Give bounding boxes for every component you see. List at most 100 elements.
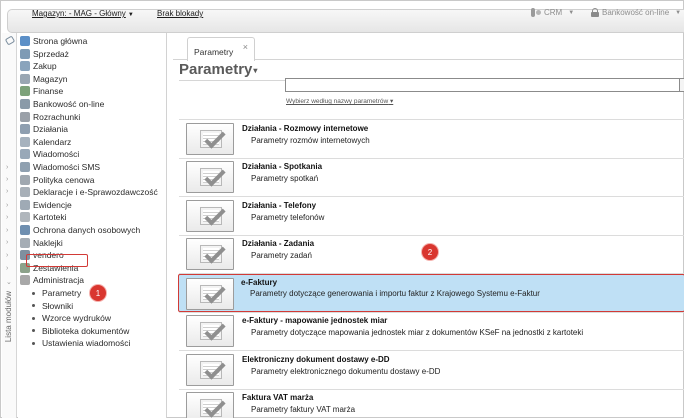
row-title: e-Faktury - mapowanie jednostek miar [242, 316, 388, 325]
row-description: Parametry faktury VAT marża [251, 405, 356, 414]
sidebar-item-warehouse[interactable]: Magazyn [20, 73, 68, 85]
parameter-row[interactable]: Działania - Rozmowy internetowe Parametry… [179, 120, 684, 158]
chevron-down-icon[interactable]: ⌄ [6, 278, 12, 286]
sidebar-item-label: Działania [33, 124, 68, 135]
administration-icon [20, 275, 30, 286]
purchase-icon [20, 61, 30, 72]
sidebar-item-finance[interactable]: Finanse [20, 85, 63, 97]
document-check-icon [186, 353, 234, 386]
sidebar-item-bank[interactable]: Bankowość on-line [20, 98, 104, 110]
filter-by-name-link[interactable]: Wybierz według nazwy parametrów ▾ [286, 97, 393, 105]
sidebar-subitem[interactable]: Biblioteka dokumentów [32, 325, 129, 337]
sidebar-subitem[interactable]: Wzorce wydruków [32, 312, 111, 324]
row-title: Działania - Telefony [242, 200, 317, 210]
chevron-right-icon[interactable]: › [6, 252, 8, 259]
sidebar-subitem[interactable]: Parametry [32, 287, 81, 299]
bullet-icon [32, 316, 35, 320]
crm-menu[interactable]: CRM ▼ [531, 8, 574, 17]
sidebar-item-data-protection[interactable]: Ochrona danych osobowych [20, 224, 140, 236]
document-check-icon [186, 199, 234, 232]
modules-strip: › › › › › › › › › ⌄ Lista modułów [2, 33, 17, 418]
sidebar-subitem-label: Słowniki [42, 300, 74, 311]
document-check-icon [186, 277, 234, 310]
parameter-row[interactable]: e-Faktury - mapowanie jednostek miar Para… [179, 312, 684, 350]
sidebar-item-files[interactable]: Kartoteki [20, 211, 67, 223]
row-description: Parametry telefonów [251, 212, 325, 222]
crm-icon [531, 8, 541, 17]
chevron-right-icon[interactable]: › [6, 164, 8, 171]
parameter-row[interactable]: Faktura VAT marża Parametry faktury VAT m… [179, 389, 684, 418]
sidebar-item-sales[interactable]: Sprzedaż [20, 48, 69, 60]
sidebar-item-label: Bankowość on-line [33, 99, 105, 109]
warehouse-label: Magazyn: - MAG - Główny [32, 9, 126, 18]
chevron-right-icon[interactable]: › [6, 227, 8, 234]
sidebar-item-messages[interactable]: Wiadomości [20, 148, 79, 160]
parameter-row[interactable]: e-Faktury Parametry dotyczące generowania… [178, 273, 684, 312]
declarations-icon [20, 187, 30, 198]
sidebar-item-home[interactable]: Strona główna [20, 35, 87, 47]
chevron-right-icon[interactable]: › [6, 188, 8, 195]
row-description: Parametry spotkań [251, 174, 319, 183]
pricing-icon [20, 174, 30, 185]
finance-icon [20, 86, 30, 97]
sidebar-item-label: Polityka cenowa [33, 174, 95, 185]
sidebar-item-sms[interactable]: Wiadomości SMS [20, 161, 100, 173]
sidebar-item-label: Finanse [33, 86, 64, 97]
page-title-menu[interactable]: Parametry▾ [179, 61, 257, 78]
sidebar-item-label: Administracja [33, 275, 85, 286]
search-button[interactable] [679, 78, 684, 92]
step-badge-2: 2 [422, 244, 438, 260]
document-check-icon [186, 392, 234, 418]
home-icon [20, 36, 30, 46]
tab-bar: Parametry × [173, 33, 684, 61]
parameter-row[interactable]: Działania - Spotkania Parametry spotkań [179, 158, 684, 196]
parameter-row[interactable]: Elektroniczny dokument dostawy e-DD Param… [179, 351, 684, 389]
sidebar-item-purchase[interactable]: Zakup [20, 60, 57, 72]
sidebar-item-label: Rozrachunki [33, 111, 81, 122]
bullet-icon [32, 291, 35, 295]
tab-parametry[interactable]: Parametry × [187, 37, 255, 61]
sidebar-item-calendar[interactable]: Kalendarz [20, 136, 71, 148]
bullet-icon [32, 304, 35, 308]
close-icon[interactable]: × [243, 42, 248, 52]
chevron-right-icon[interactable]: › [6, 265, 8, 272]
chevron-right-icon[interactable]: › [6, 214, 8, 221]
row-description: Parametry elektronicznego dokumentu dost… [251, 366, 441, 376]
bullet-icon [32, 341, 35, 345]
banking-menu[interactable]: Bankowość on-line ▼ [591, 8, 681, 17]
sidebar-nav: Strona główna Sprzedaż Zakup Magazyn Finanse… [18, 33, 167, 418]
parameter-row[interactable]: Działania - Telefony Parametry telefonów [179, 197, 684, 235]
sidebar-item-settlements[interactable]: Rozrachunki [20, 111, 80, 123]
chevron-right-icon[interactable]: › [6, 176, 8, 183]
row-description: Parametry rozmów internetowych [251, 135, 370, 145]
sidebar-item-pricing[interactable]: Polityka cenowa [20, 174, 94, 186]
sidebar-item-label: Strona główna [33, 36, 88, 46]
app-window: Magazyn: - MAG - Główny ▼ Brak blokady CR… [0, 0, 684, 418]
warehouse-icon [20, 73, 30, 84]
sidebar-item-labels[interactable]: Naklejki [20, 237, 63, 249]
block-status-link[interactable]: Brak blokady [157, 9, 203, 18]
sidebar-item-label: Wiadomości [33, 149, 80, 160]
sidebar-subitem-label: Wzorce wydruków [42, 313, 111, 324]
pin-icon[interactable] [4, 36, 14, 46]
sidebar-item-label: Wiadomości SMS [33, 162, 101, 172]
sidebar-item-administration[interactable]: Administracja [20, 274, 84, 286]
sidebar-item-actions[interactable]: Działania [20, 123, 68, 135]
document-check-icon [186, 122, 234, 155]
sidebar-item-label: Kalendarz [33, 136, 72, 147]
settlements-icon [20, 111, 30, 122]
sidebar-subitem[interactable]: Ustawienia wiadomości [32, 337, 130, 349]
modules-vertical-label: Lista modułów [4, 291, 13, 343]
labels-icon [20, 237, 30, 248]
chevron-right-icon[interactable]: › [6, 239, 8, 246]
warehouse-selector[interactable]: Magazyn: - MAG - Główny ▼ [32, 9, 134, 18]
search-input[interactable] [285, 78, 683, 92]
sidebar-subitem-label: Biblioteka dokumentów [42, 325, 130, 336]
chevron-right-icon[interactable]: › [6, 202, 8, 209]
sidebar-subitem[interactable]: Słowniki [32, 300, 73, 312]
parametry-callout-box [26, 254, 88, 267]
sidebar-item-label: Magazyn [33, 73, 68, 84]
actions-icon [20, 124, 30, 135]
sidebar-item-records[interactable]: Ewidencje [20, 199, 72, 211]
sidebar-item-declarations[interactable]: Deklaracje i e-Sprawozdawczość [20, 186, 158, 198]
